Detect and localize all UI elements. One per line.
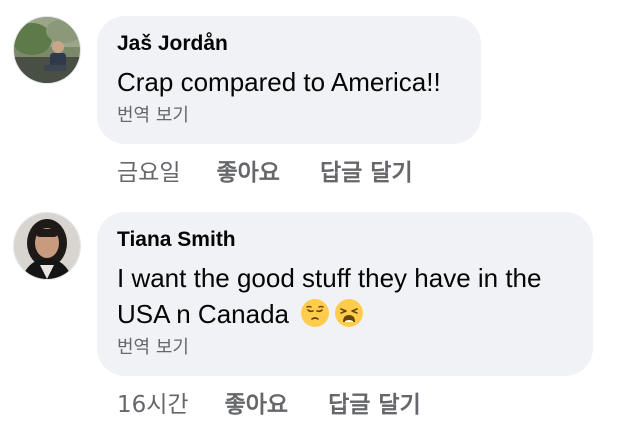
avatar-photo-icon [14,213,80,279]
avatar-photo-icon [14,17,80,83]
comment-timestamp[interactable]: 16시간 [117,390,189,420]
avatar[interactable] [13,212,81,280]
comment-bubble: Jaš Jordån Crap compared to America!! 번역… [97,16,481,144]
comment-author[interactable]: Jaš Jordån [117,32,461,56]
comment-text: Crap compared to America!! [117,67,441,97]
comment-text-line-2-text: USA n Canada [117,299,290,329]
see-translation-link[interactable]: 번역 보기 [117,336,573,360]
weary-face-emoji-icon [335,299,364,327]
comment-actions: 16시간 좋아요 답글 달기 [117,390,421,420]
pensive-face-emoji-icon [301,299,330,327]
avatar[interactable] [13,16,81,84]
reply-button[interactable]: 답글 달기 [328,390,421,420]
like-button[interactable]: 좋아요 [225,390,288,420]
reply-button[interactable]: 답글 달기 [320,158,413,188]
comment-text: I want the good stuff they have in the U… [117,260,573,332]
like-button[interactable]: 좋아요 [216,158,279,188]
comment-actions: 금요일 좋아요 답글 달기 [117,158,413,188]
comment-text-line-1: I want the good stuff they have in the [117,263,542,293]
comment-timestamp[interactable]: 금요일 [117,158,180,188]
see-translation-link[interactable]: 번역 보기 [117,104,461,128]
comment-text-line-2: USA n Canada [117,296,573,332]
comment-author[interactable]: Tiana Smith [117,228,573,252]
comment-bubble: Tiana Smith I want the good stuff they h… [97,212,593,376]
